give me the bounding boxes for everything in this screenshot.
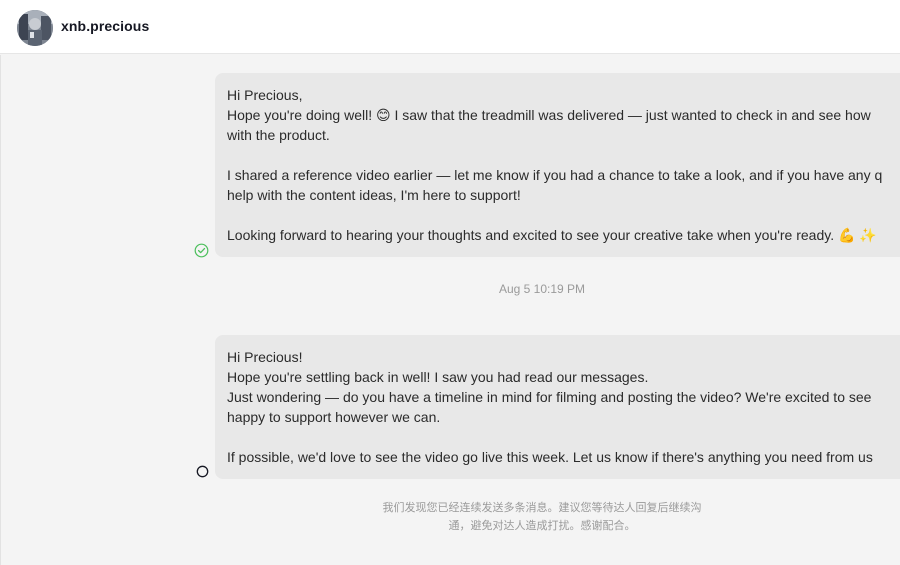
rate-limit-notice: 我们发现您已经连续发送多条消息。建议您等待达人回复后继续沟 通，避免对达人造成打…: [361, 499, 723, 535]
notice-line: 通，避免对达人造成打扰。感谢配合。: [448, 519, 636, 532]
message-line: with the product.: [227, 127, 330, 143]
message-timestamp: Aug 5 10:19 PM: [498, 282, 586, 296]
chat-header: xnb.precious: [0, 0, 900, 54]
message-line: Just wondering — do you have a timeline …: [227, 389, 872, 405]
message-line: Hope you're settling back in well! I saw…: [227, 369, 649, 385]
user-avatar-photo-icon: [17, 10, 53, 46]
message-line: Looking forward to hearing your thoughts…: [227, 227, 877, 243]
message-line: If possible, we'd love to see the video …: [227, 449, 873, 465]
check-circle-icon: [194, 243, 209, 258]
message-line: help with the content ideas, I'm here to…: [227, 187, 521, 203]
circle-icon: [196, 465, 209, 478]
message-thread: Hi Precious, Hope you're doing well! 😊 I…: [0, 55, 900, 565]
chat-username[interactable]: xnb.precious: [61, 18, 149, 34]
avatar[interactable]: [17, 10, 53, 46]
notice-line: 我们发现您已经连续发送多条消息。建议您等待达人回复后继续沟: [382, 501, 702, 514]
message-bubble[interactable]: Hi Precious! Hope you're settling back i…: [215, 335, 900, 479]
message-line: Hi Precious!: [227, 349, 303, 365]
message-line: happy to support however we can.: [227, 409, 441, 425]
message-line: I shared a reference video earlier — let…: [227, 167, 883, 183]
message-line: Hope you're doing well! 😊 I saw that the…: [227, 107, 871, 123]
message-line: Hi Precious,: [227, 87, 303, 103]
message-bubble[interactable]: Hi Precious, Hope you're doing well! 😊 I…: [215, 73, 900, 257]
